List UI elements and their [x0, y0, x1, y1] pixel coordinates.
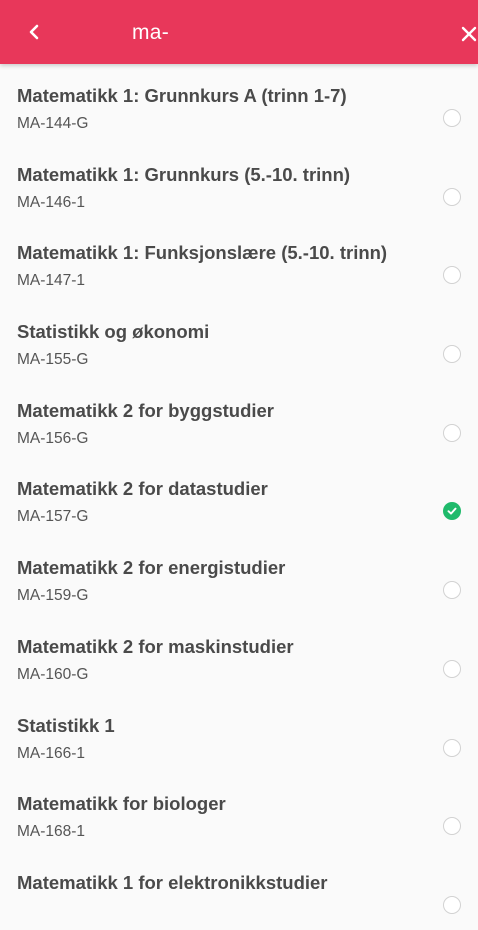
course-list-item[interactable]: Matematikk 2 for energistudier MA-159-G: [0, 536, 478, 615]
course-code: MA-147-1: [17, 272, 86, 290]
course-title: Matematikk 1: Grunnkurs (5.-10. trinn): [17, 163, 351, 185]
course-code: MA-166-1: [17, 744, 86, 762]
close-button[interactable]: [452, 17, 478, 51]
back-button[interactable]: [16, 14, 52, 50]
course-code: MA-144-G: [17, 115, 89, 132]
course-title: Matematikk for biologer: [17, 793, 226, 815]
app-header: [0, 0, 478, 64]
course-list-item[interactable]: Matematikk 1: Funksjonslære (5.-10. trin…: [0, 221, 478, 300]
radio-unchecked-icon[interactable]: [443, 109, 461, 127]
course-title: Statistikk 1: [17, 714, 115, 736]
radio-checked-icon[interactable]: [443, 502, 461, 521]
radio-unchecked-icon[interactable]: [443, 266, 461, 285]
course-title: Statistikk og økonomi: [17, 321, 210, 343]
radio-unchecked-icon[interactable]: [443, 187, 461, 206]
radio-unchecked-icon[interactable]: [443, 738, 461, 757]
course-code: MA-156-G: [17, 429, 89, 447]
course-title: Matematikk 1: Funksjonslære (5.-10. trin…: [17, 242, 388, 264]
course-list-item[interactable]: Matematikk 2 for byggstudier MA-156-G: [0, 379, 478, 458]
course-list-item[interactable]: Matematikk 1 for elektronikkstudier: [0, 851, 478, 930]
search-input[interactable]: [132, 20, 412, 46]
course-title: Matematikk 1: Grunnkurs A (trinn 1-7): [17, 85, 347, 106]
course-title: Matematikk 2 for maskinstudier: [17, 635, 294, 657]
course-code: MA-157-G: [17, 508, 89, 526]
course-code: MA-155-G: [17, 351, 89, 369]
course-list-item[interactable]: Matematikk 2 for maskinstudier MA-160-G: [0, 615, 478, 694]
radio-unchecked-icon[interactable]: [443, 345, 461, 364]
course-title: Matematikk 1 for elektronikkstudier: [17, 871, 328, 893]
radio-unchecked-icon[interactable]: [443, 895, 461, 914]
course-list: Matematikk 1: Grunnkurs A (trinn 1-7) MA-…: [0, 64, 478, 930]
radio-unchecked-icon[interactable]: [443, 423, 461, 442]
radio-unchecked-icon[interactable]: [443, 581, 461, 600]
course-title: Matematikk 2 for byggstudier: [17, 399, 275, 421]
course-list-item[interactable]: Matematikk for biologer MA-168-1: [0, 772, 478, 851]
course-code: MA-160-G: [17, 665, 89, 683]
course-code: MA-159-G: [17, 587, 89, 605]
course-list-item[interactable]: Statistikk 1 MA-166-1: [0, 694, 478, 773]
course-list-item[interactable]: Matematikk 2 for datastudier MA-157-G: [0, 457, 478, 536]
course-list-item[interactable]: Statistikk og økonomi MA-155-G: [0, 300, 478, 379]
course-list-item[interactable]: Matematikk 1: Grunnkurs (5.-10. trinn) MA…: [0, 143, 478, 222]
course-code: MA-168-1: [17, 823, 86, 841]
chevron-left-icon: [29, 24, 39, 40]
radio-unchecked-icon[interactable]: [443, 817, 461, 836]
course-code: MA-146-1: [17, 193, 86, 211]
course-title: Matematikk 2 for energistudier: [17, 557, 286, 579]
course-list-item[interactable]: Matematikk 1: Grunnkurs A (trinn 1-7) MA-…: [0, 64, 478, 143]
close-icon: [461, 26, 477, 42]
course-title: Matematikk 2 for datastudier: [17, 478, 268, 500]
radio-unchecked-icon[interactable]: [443, 659, 461, 678]
